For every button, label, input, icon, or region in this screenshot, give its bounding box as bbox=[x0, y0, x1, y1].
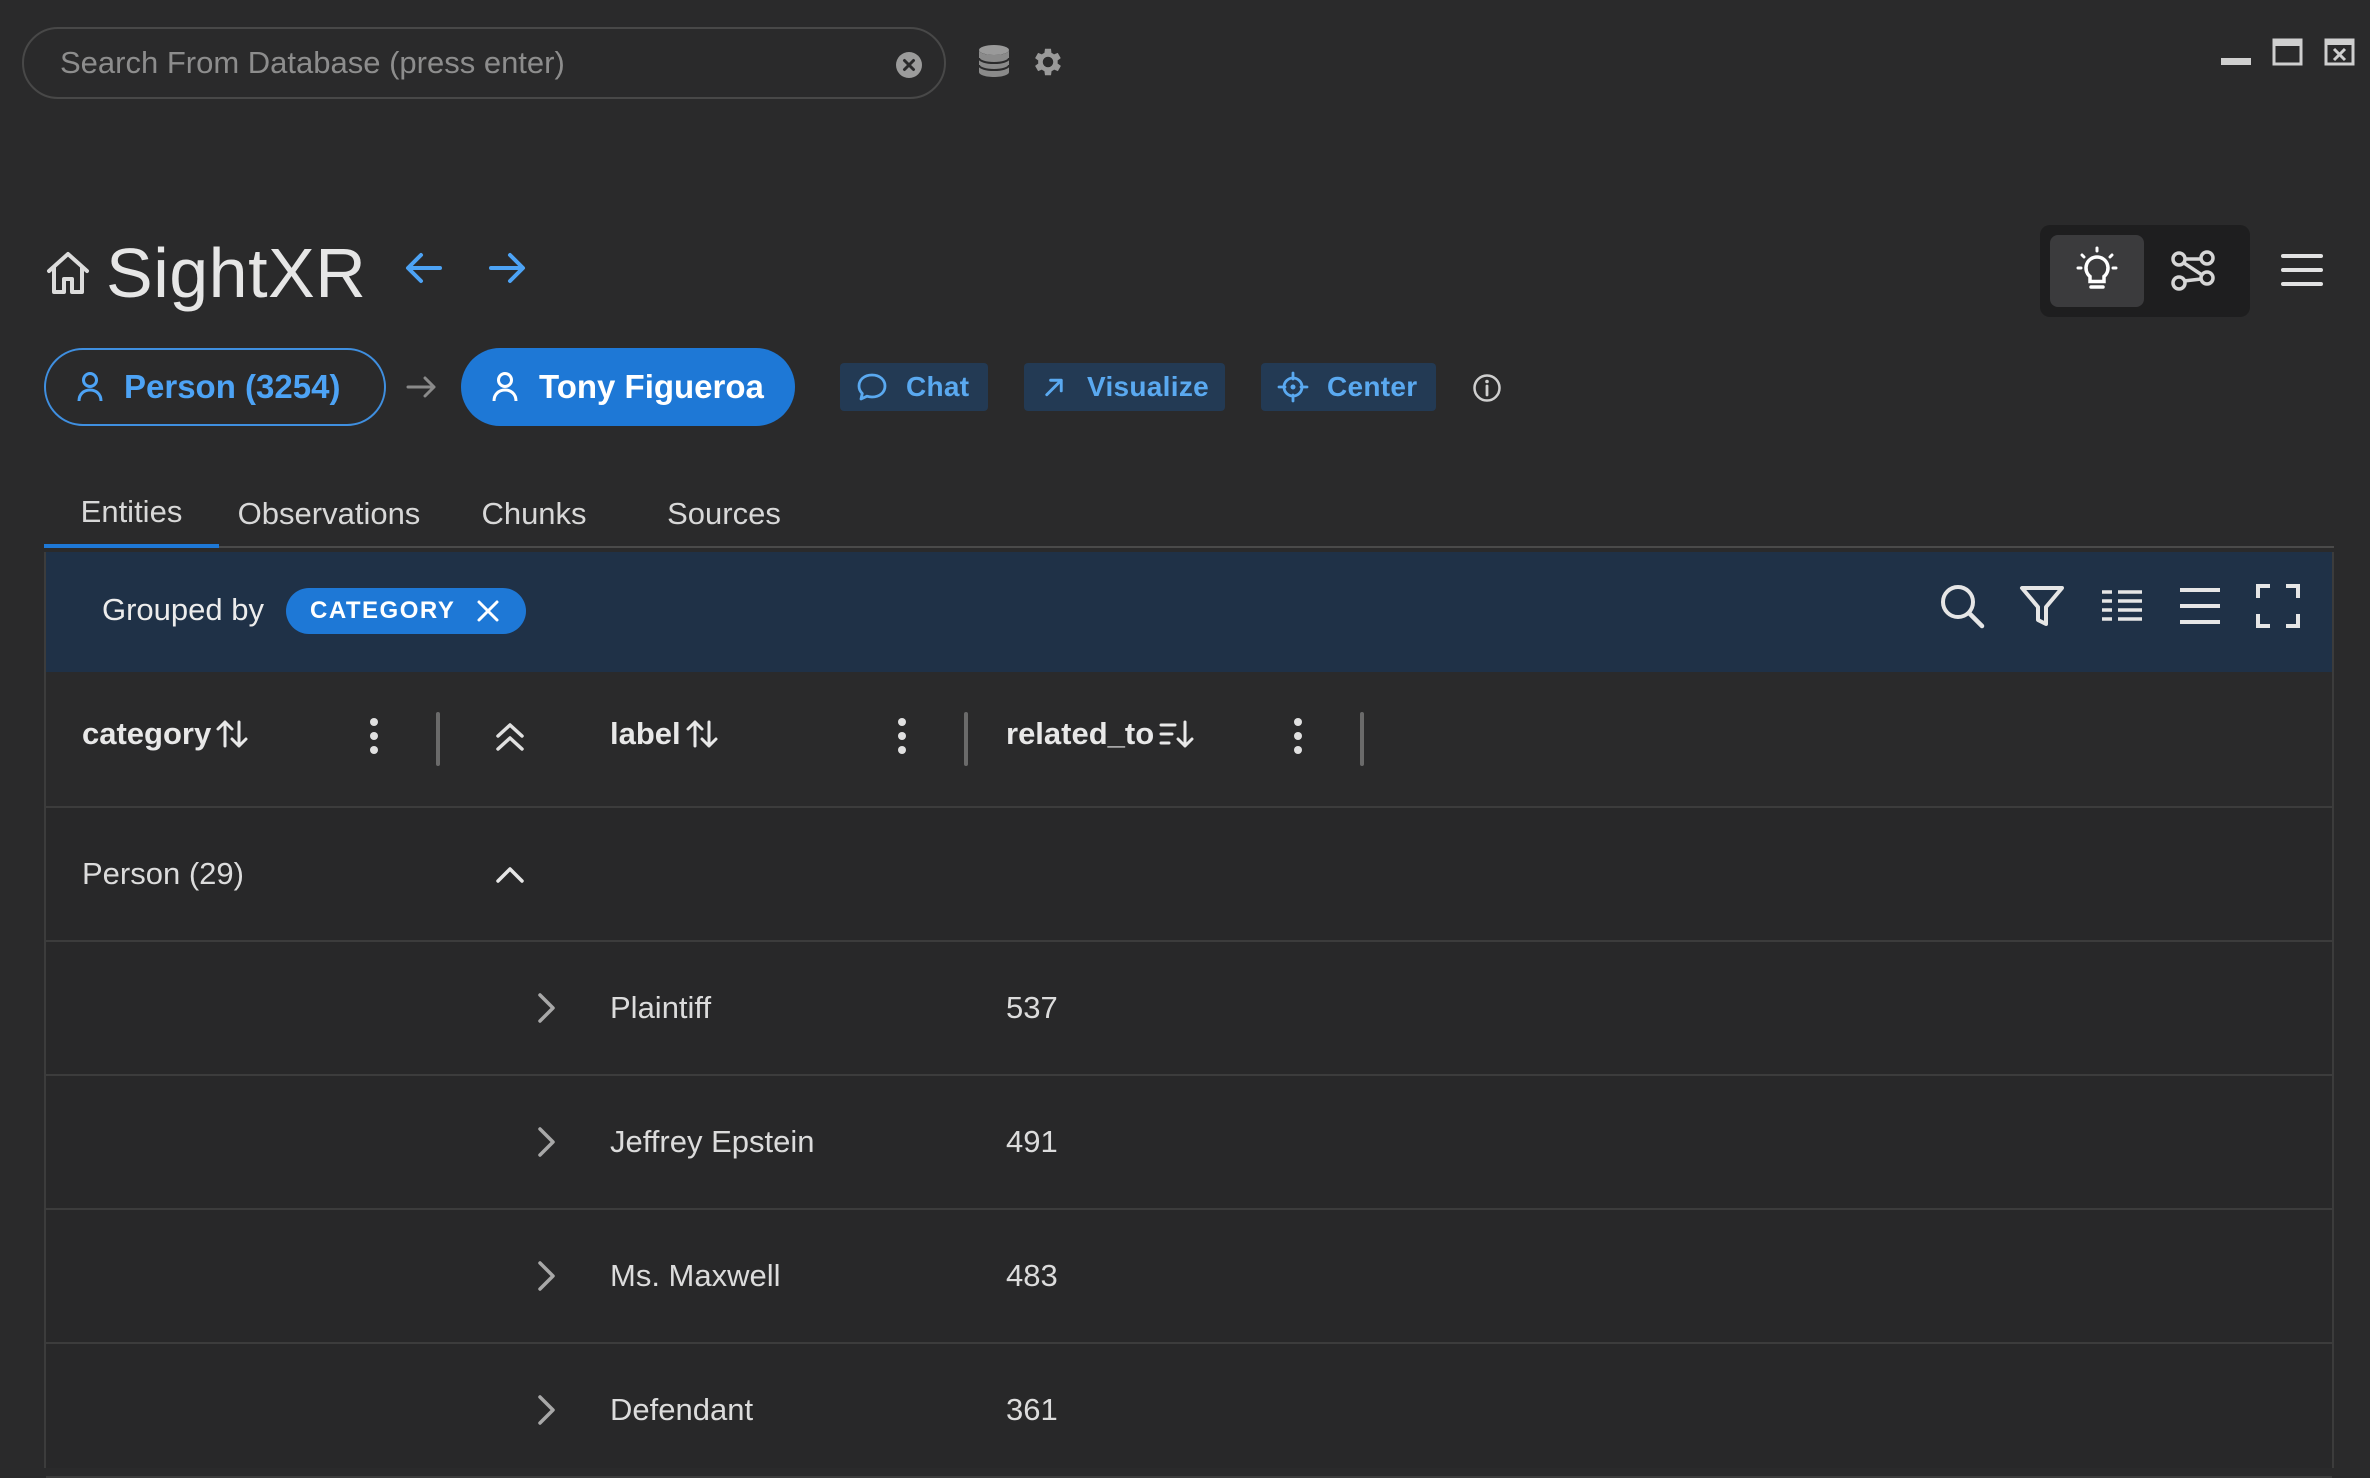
visualize-button[interactable]: Visualize bbox=[1024, 363, 1225, 411]
remove-group-icon[interactable] bbox=[476, 599, 500, 623]
app-title-group: SightXR bbox=[44, 228, 366, 318]
columns-icon[interactable] bbox=[2098, 582, 2146, 630]
table-row[interactable]: Plaintiff 537 bbox=[46, 942, 2332, 1076]
collapse-group-icon[interactable] bbox=[492, 856, 528, 892]
chat-button[interactable]: Chat bbox=[840, 363, 988, 411]
info-icon[interactable] bbox=[1472, 373, 1502, 403]
center-button[interactable]: Center bbox=[1261, 363, 1436, 411]
cell-label: Jeffrey Epstein bbox=[610, 1124, 815, 1159]
cell-label: Defendant bbox=[610, 1392, 754, 1427]
sort-icon[interactable] bbox=[685, 718, 719, 750]
search-icon[interactable] bbox=[1938, 582, 1986, 630]
crosshair-icon bbox=[1277, 371, 1309, 403]
cell-related-to: 491 bbox=[1006, 1124, 1058, 1159]
home-icon[interactable] bbox=[44, 249, 92, 297]
column-header-label[interactable]: label bbox=[610, 716, 719, 752]
page-title: SightXR bbox=[106, 234, 367, 312]
fullscreen-icon[interactable] bbox=[2254, 582, 2302, 630]
expand-row-icon[interactable] bbox=[528, 1258, 564, 1294]
cell-label: Ms. Maxwell bbox=[610, 1258, 781, 1293]
lightbulb-mode-button[interactable] bbox=[2050, 235, 2144, 307]
close-window-icon[interactable] bbox=[2324, 38, 2356, 70]
graph-mode-button[interactable] bbox=[2146, 235, 2240, 307]
cell-related-to: 361 bbox=[1006, 1392, 1058, 1427]
entity-type-chip[interactable]: Person (3254) bbox=[44, 348, 386, 426]
maximize-icon[interactable] bbox=[2272, 38, 2304, 70]
column-title-category: category bbox=[82, 716, 212, 751]
column-header-category[interactable]: category bbox=[82, 716, 249, 752]
expand-row-icon[interactable] bbox=[528, 1124, 564, 1160]
clear-search-icon[interactable] bbox=[896, 52, 922, 78]
person-icon bbox=[77, 372, 103, 402]
current-entity-chip[interactable]: Tony Figueroa bbox=[461, 348, 795, 426]
expand-row-icon[interactable] bbox=[528, 990, 564, 1026]
sort-descending-icon[interactable] bbox=[1158, 718, 1194, 750]
view-mode-toggle bbox=[2040, 225, 2250, 317]
tab-chunks[interactable]: Chunks bbox=[459, 480, 609, 548]
tab-entities[interactable]: Entities bbox=[44, 480, 219, 548]
center-label: Center bbox=[1327, 371, 1418, 402]
back-arrow-icon[interactable] bbox=[402, 246, 446, 290]
gear-icon[interactable] bbox=[1030, 44, 1066, 80]
expand-row-icon[interactable] bbox=[528, 1392, 564, 1428]
density-icon[interactable] bbox=[2176, 582, 2224, 630]
arrow-up-right-icon bbox=[1045, 378, 1063, 397]
hamburger-menu-icon[interactable] bbox=[2280, 248, 2324, 292]
database-icon[interactable] bbox=[977, 44, 1011, 78]
tab-observations[interactable]: Observations bbox=[219, 480, 439, 548]
search-input[interactable] bbox=[58, 29, 878, 97]
filter-icon[interactable] bbox=[2018, 582, 2066, 630]
person-icon bbox=[492, 372, 518, 402]
cell-label: Plaintiff bbox=[610, 990, 712, 1025]
entity-type-label: Person (3254) bbox=[124, 368, 341, 405]
column-title-related-to: related_to bbox=[1006, 716, 1155, 751]
column-resize-handle[interactable] bbox=[1360, 712, 1364, 766]
minimize-icon[interactable] bbox=[2220, 38, 2252, 70]
tab-sources[interactable]: Sources bbox=[644, 480, 804, 548]
table-row[interactable]: Ms. Maxwell 483 bbox=[46, 1210, 2332, 1344]
grid-header-row: category label related_to bbox=[46, 672, 2332, 808]
collapse-all-icon[interactable] bbox=[492, 718, 528, 754]
column-title-label: label bbox=[610, 716, 681, 751]
group-row[interactable]: Person (29) bbox=[46, 808, 2332, 942]
current-entity-label: Tony Figueroa bbox=[539, 368, 764, 405]
group-chip-label: CATEGORY bbox=[310, 597, 456, 624]
grouped-by-label: Grouped by bbox=[102, 592, 264, 627]
lightbulb-icon bbox=[2076, 246, 2118, 289]
group-row-label: Person (29) bbox=[82, 856, 244, 891]
chat-label: Chat bbox=[906, 371, 970, 402]
cell-related-to: 483 bbox=[1006, 1258, 1058, 1293]
column-header-related-to[interactable]: related_to bbox=[1006, 716, 1194, 752]
sort-icon[interactable] bbox=[215, 718, 249, 750]
visualize-label: Visualize bbox=[1086, 371, 1209, 402]
cell-related-to: 537 bbox=[1006, 990, 1058, 1025]
chat-bubble-icon bbox=[857, 373, 887, 401]
graph-nodes-icon bbox=[2171, 250, 2215, 291]
breadcrumb-arrow-icon bbox=[406, 376, 436, 398]
column-resize-handle[interactable] bbox=[964, 712, 968, 766]
tab-bar: Entities Observations Chunks Sources bbox=[44, 480, 2334, 548]
forward-arrow-icon[interactable] bbox=[485, 246, 529, 290]
group-chip-category[interactable]: CATEGORY bbox=[286, 588, 526, 634]
column-menu-icon[interactable] bbox=[896, 714, 908, 758]
search-bar bbox=[22, 27, 946, 99]
table-row[interactable]: Defendant 361 bbox=[46, 1344, 2332, 1478]
column-resize-handle[interactable] bbox=[436, 712, 440, 766]
column-menu-icon[interactable] bbox=[368, 714, 380, 758]
grid-toolbar: Grouped by CATEGORY bbox=[46, 552, 2332, 672]
table-row[interactable]: Jeffrey Epstein 491 bbox=[46, 1076, 2332, 1210]
entities-grid: Grouped by CATEGORY category label relat… bbox=[44, 552, 2334, 1478]
column-menu-icon[interactable] bbox=[1292, 714, 1304, 758]
